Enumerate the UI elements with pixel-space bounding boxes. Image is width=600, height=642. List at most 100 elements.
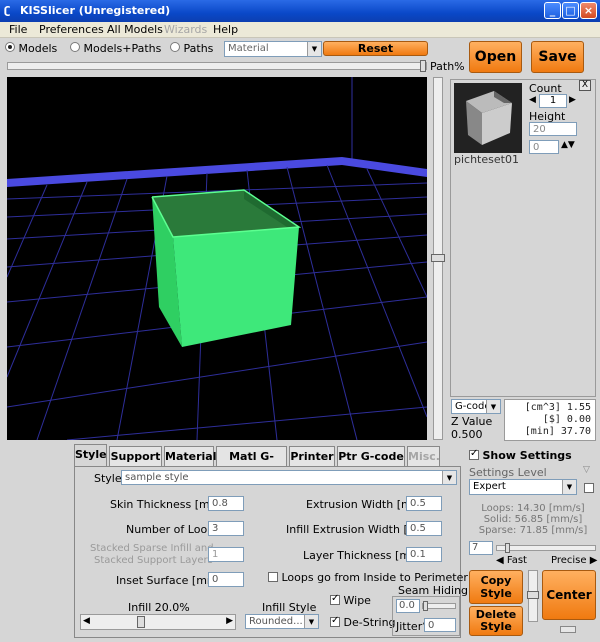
- radio-icon: [70, 42, 80, 52]
- infill-style-label: Infill Style: [262, 601, 317, 614]
- z-offset-spinner[interactable]: ▲▼: [561, 140, 575, 150]
- view-paths-radio[interactable]: Paths: [170, 42, 213, 55]
- increment-icon[interactable]: ▶: [226, 616, 233, 626]
- settings-level-dropdown[interactable]: Expert ▼: [469, 479, 577, 495]
- increment-icon[interactable]: ▶: [569, 95, 576, 105]
- fast-label: ◀ Fast: [496, 555, 527, 566]
- remove-model-icon[interactable]: X: [579, 80, 591, 91]
- style-value: sample style: [125, 472, 189, 483]
- menu-help[interactable]: Help: [213, 23, 238, 36]
- stacked-sparse-label-1: Stacked Sparse Infill and: [90, 543, 214, 554]
- jitter-label: Jitter°: [396, 620, 428, 633]
- show-settings-checkbox[interactable]: Show Settings: [469, 448, 572, 462]
- resize-grip[interactable]: [560, 626, 576, 633]
- solid-speed: Solid: 56.85 [mm/s]: [483, 514, 583, 525]
- tab-printer[interactable]: Printer: [289, 446, 335, 466]
- destring-label: De-String: [343, 616, 396, 629]
- infill-slider[interactable]: ◀ ▶: [80, 614, 236, 630]
- chevron-down-icon[interactable]: ▽: [583, 465, 590, 475]
- wipe-label: Wipe: [343, 594, 371, 607]
- slider-thumb[interactable]: [420, 60, 426, 72]
- close-button[interactable]: ×: [580, 2, 597, 19]
- save-button[interactable]: Save: [531, 41, 584, 73]
- copy-style-button[interactable]: Copy Style: [469, 570, 523, 604]
- radio-icon: [5, 42, 15, 52]
- extrusion-width-input[interactable]: 0.5: [406, 496, 442, 511]
- checkbox-icon: [330, 593, 340, 605]
- loops-inside-label: Loops go from Inside to Perimeter: [281, 571, 468, 584]
- destring-checkbox[interactable]: De-String: [330, 615, 396, 629]
- show-settings-label: Show Settings: [482, 449, 572, 462]
- precise-label-text: Precise: [551, 555, 587, 566]
- path-percent-label: Path%: [430, 60, 465, 73]
- print-stats: [cm^3] 1.55 [$] 0.00 [min] 37.70: [504, 399, 596, 441]
- infill-style-value: Rounded...: [249, 616, 303, 627]
- settings-level-value: Expert: [473, 481, 506, 492]
- loops-inside-checkbox[interactable]: Loops go from Inside to Perimeter: [268, 571, 468, 584]
- infill-style-dropdown[interactable]: Rounded... ▼: [245, 614, 319, 629]
- speed-value[interactable]: 7: [469, 541, 493, 555]
- center-button[interactable]: Center: [542, 570, 596, 620]
- menu-file[interactable]: File: [9, 23, 27, 36]
- wipe-checkbox[interactable]: Wipe: [330, 593, 371, 607]
- checkbox-icon: [469, 448, 479, 460]
- slider-thumb[interactable]: [505, 543, 510, 553]
- model-thumbnail[interactable]: [454, 83, 522, 153]
- seam-hiding-value[interactable]: 0.0: [396, 599, 420, 613]
- speed-slider[interactable]: [496, 543, 596, 553]
- chevron-down-icon: ▼: [486, 400, 500, 413]
- seam-hiding-slider[interactable]: [422, 601, 456, 611]
- tab-material[interactable]: Material: [164, 446, 216, 466]
- view-mode-value: Material: [228, 43, 269, 54]
- height-input[interactable]: 20: [529, 122, 577, 136]
- count-stepper[interactable]: ◀ 1 ▶: [529, 94, 577, 108]
- stacked-sparse-input[interactable]: 1: [208, 547, 244, 562]
- window-title: KISSlicer (Unregistered): [20, 4, 171, 17]
- stats-mode-dropdown[interactable]: G-code ▼: [451, 399, 501, 414]
- layer-slider[interactable]: [431, 77, 445, 440]
- tab-support[interactable]: Support: [109, 446, 162, 466]
- infill-extrusion-width-input[interactable]: 0.5: [406, 521, 442, 536]
- slider-thumb[interactable]: [431, 254, 445, 262]
- z-offset-input[interactable]: 0: [529, 140, 559, 154]
- layer-thickness-input[interactable]: 0.1: [406, 547, 442, 562]
- minimize-button[interactable]: _: [544, 2, 561, 19]
- slider-thumb[interactable]: [423, 601, 428, 611]
- view-models-radio[interactable]: Models: [5, 42, 57, 55]
- tab-matl-gcode[interactable]: Matl G-code: [216, 446, 287, 482]
- slider-thumb[interactable]: [527, 591, 539, 599]
- delete-style-button[interactable]: Delete Style: [469, 606, 523, 636]
- skin-thickness-input[interactable]: 0.8: [208, 496, 244, 511]
- menu-preferences[interactable]: Preferences: [39, 23, 104, 36]
- tab-ptr-gcode[interactable]: Ptr G-code: [337, 446, 405, 466]
- view-mode-dropdown[interactable]: Material ▼: [224, 41, 322, 57]
- number-of-loops-label: Number of Loops: [126, 523, 220, 536]
- number-of-loops-input[interactable]: 3: [208, 521, 244, 536]
- decrement-icon[interactable]: ◀: [529, 95, 536, 105]
- chevron-down-icon: ▼: [304, 615, 318, 628]
- reset-button[interactable]: Reset: [323, 41, 428, 56]
- maximize-button[interactable]: □: [562, 2, 579, 19]
- view-models-paths-radio[interactable]: Models+Paths: [70, 42, 161, 55]
- checkbox-icon: [268, 572, 278, 582]
- jitter-input[interactable]: 0: [424, 618, 456, 632]
- sparse-speed: Sparse: 71.85 [mm/s]: [478, 525, 588, 536]
- loops-speed: Loops: 14.30 [mm/s]: [481, 503, 585, 514]
- slider-thumb[interactable]: [137, 616, 145, 628]
- viewport-3d[interactable]: [7, 77, 427, 440]
- copy-style-label-1: Copy: [480, 574, 512, 587]
- app-icon: ʗ: [4, 4, 11, 17]
- style-dropdown[interactable]: sample style ▼: [121, 470, 457, 485]
- decrement-icon[interactable]: ◀: [83, 616, 90, 626]
- count-value[interactable]: 1: [539, 94, 567, 108]
- menu-all-models[interactable]: All Models: [107, 23, 163, 36]
- inset-surface-label: Inset Surface [mm]: [116, 574, 222, 587]
- style-vertical-slider[interactable]: [527, 570, 539, 622]
- settings-extra-checkbox[interactable]: [584, 483, 594, 493]
- z-value: 0.500: [451, 428, 483, 441]
- tab-style[interactable]: Style: [74, 444, 107, 466]
- chevron-down-icon: ▼: [307, 42, 321, 56]
- inset-surface-input[interactable]: 0: [208, 572, 244, 587]
- path-percent-slider[interactable]: [7, 60, 427, 72]
- open-button[interactable]: Open: [469, 41, 522, 73]
